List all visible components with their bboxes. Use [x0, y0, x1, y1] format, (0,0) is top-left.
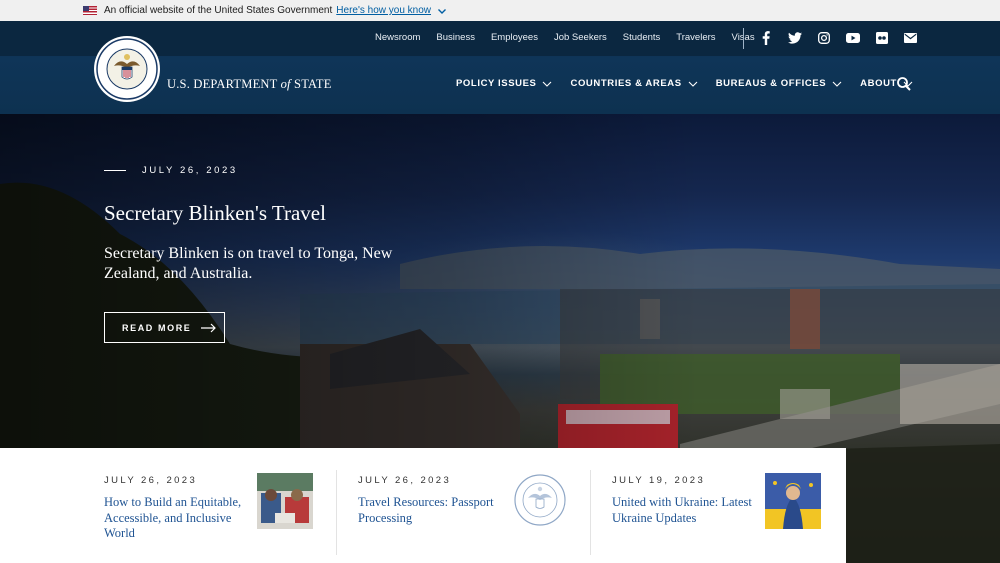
twitter-icon[interactable]: [787, 30, 802, 45]
chevron-down-icon: [832, 81, 842, 87]
brand-text-pre: U.S. DEPARTMENT: [167, 77, 278, 91]
hero-date-row: JULY 26, 2023: [104, 165, 238, 176]
department-seal-thumbnail[interactable]: [512, 472, 568, 528]
hero-date-dash: [104, 170, 126, 171]
card-thumbnail-image[interactable]: [765, 473, 821, 529]
social-links: [758, 30, 918, 45]
card-title[interactable]: How to Build an Equitable, Accessible, a…: [104, 495, 246, 542]
card-date: JULY 26, 2023: [358, 475, 452, 486]
main-nav: POLICY ISSUES COUNTRIES & AREAS BUREAUS …: [456, 78, 931, 89]
card-title[interactable]: United with Ukraine: Latest Ukraine Upda…: [612, 495, 754, 526]
utility-link-employees[interactable]: Employees: [491, 32, 538, 43]
utility-link-business[interactable]: Business: [436, 32, 475, 43]
chevron-down-icon[interactable]: [437, 6, 447, 16]
hero-date: JULY 26, 2023: [142, 165, 238, 176]
news-card[interactable]: JULY 26, 2023 Travel Resources: Passport…: [337, 448, 590, 563]
utility-nav: Newsroom Business Employees Job Seekers …: [375, 32, 771, 43]
card-title[interactable]: Travel Resources: Passport Processing: [358, 495, 500, 526]
flickr-icon[interactable]: [874, 30, 889, 45]
nav-label: POLICY ISSUES: [456, 78, 537, 89]
hero-description: Secretary Blinken is on travel to Tonga,…: [104, 245, 393, 282]
instagram-icon[interactable]: [816, 30, 831, 45]
read-more-label: READ MORE: [122, 322, 192, 333]
read-more-button[interactable]: READ MORE: [104, 312, 225, 343]
card-date: JULY 19, 2023: [612, 475, 706, 486]
utility-link-newsroom[interactable]: Newsroom: [375, 32, 420, 43]
brand-text-of: of: [280, 77, 291, 91]
email-icon[interactable]: [903, 30, 918, 45]
utility-link-students[interactable]: Students: [623, 32, 661, 43]
chevron-down-icon: [543, 81, 552, 87]
site-header: Newsroom Business Employees Job Seekers …: [0, 21, 1000, 114]
nav-label: COUNTRIES & AREAS: [570, 78, 682, 89]
card-date: JULY 26, 2023: [104, 475, 198, 486]
utility-link-travelers[interactable]: Travelers: [676, 32, 715, 43]
gov-banner: An official website of the United States…: [0, 0, 1000, 21]
news-card[interactable]: JULY 26, 2023 How to Build an Equitable,…: [0, 448, 336, 563]
utility-link-job-seekers[interactable]: Job Seekers: [554, 32, 607, 43]
us-flag-icon: [83, 6, 97, 15]
brand-text-post: STATE: [294, 77, 332, 91]
department-seal-logo[interactable]: [94, 36, 160, 102]
search-icon[interactable]: [896, 76, 912, 92]
news-card[interactable]: JULY 19, 2023 United with Ukraine: Lates…: [591, 448, 846, 563]
nav-bureaus-offices[interactable]: BUREAUS & OFFICES: [716, 78, 842, 89]
site-brand[interactable]: U.S. DEPARTMENT of STATE: [167, 77, 332, 92]
nav-policy-issues[interactable]: POLICY ISSUES: [456, 78, 552, 89]
nav-label: BUREAUS & OFFICES: [715, 78, 827, 89]
youtube-icon[interactable]: [845, 30, 860, 45]
nav-countries-areas[interactable]: COUNTRIES & AREAS: [570, 78, 698, 89]
arrow-right-icon: [201, 323, 217, 332]
card-thumbnail-image[interactable]: [257, 473, 313, 529]
utility-divider: [743, 28, 744, 49]
heres-how-you-know-link[interactable]: Here's how you know: [336, 5, 431, 16]
news-cards: JULY 26, 2023 How to Build an Equitable,…: [0, 448, 846, 563]
hero-title[interactable]: Secretary Blinken's Travel: [104, 201, 326, 226]
nav-label: ABOUT: [860, 78, 897, 89]
gov-banner-text: An official website of the United States…: [104, 5, 333, 16]
chevron-down-icon: [688, 81, 698, 87]
facebook-icon[interactable]: [758, 30, 773, 45]
